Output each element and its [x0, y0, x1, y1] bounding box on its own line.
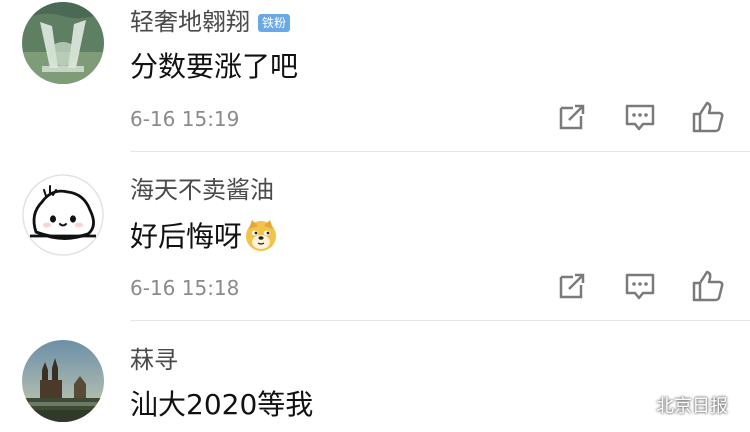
comment-username[interactable]: 海天不卖酱油: [130, 176, 274, 204]
avatar[interactable]: [22, 340, 104, 422]
comment-icon[interactable]: [622, 99, 658, 135]
wechat-icon: [624, 394, 650, 416]
comment-username[interactable]: 轻奢地翱翔 铁粉: [130, 8, 291, 36]
comment-text: 好后悔呀: [130, 218, 278, 254]
share-icon[interactable]: [554, 99, 590, 135]
comment-username[interactable]: 菻寻: [130, 346, 178, 374]
username-text: 轻奢地翱翔: [130, 8, 250, 36]
divider: [130, 320, 750, 321]
comment-actions: [550, 99, 730, 139]
fan-badge: 铁粉: [258, 14, 291, 32]
comment-timestamp: 6-16 15:18: [130, 276, 240, 300]
comment-icon[interactable]: [622, 268, 658, 304]
share-icon[interactable]: [554, 268, 590, 304]
avatar[interactable]: [22, 2, 104, 84]
thumbs-up-icon[interactable]: [690, 99, 726, 135]
watermark: 北京日报: [624, 392, 728, 418]
doge-emoji-icon: [244, 218, 278, 252]
comment-text: 汕大2020等我: [130, 388, 314, 421]
avatar[interactable]: [22, 174, 104, 256]
comment-text: 分数要涨了吧: [130, 50, 299, 83]
watermark-text: 北京日报: [656, 396, 728, 417]
comment-item: 海天不卖酱油 好后悔呀 6-16 15:18: [0, 152, 750, 322]
thumbs-up-icon[interactable]: [690, 268, 726, 304]
comment-item: 轻奢地翱翔 铁粉 分数要涨了吧 6-16 15:19: [0, 0, 750, 152]
comment-text-body: 好后悔呀: [130, 220, 243, 253]
comment-actions: [550, 268, 730, 308]
comment-timestamp: 6-16 15:19: [130, 107, 240, 131]
